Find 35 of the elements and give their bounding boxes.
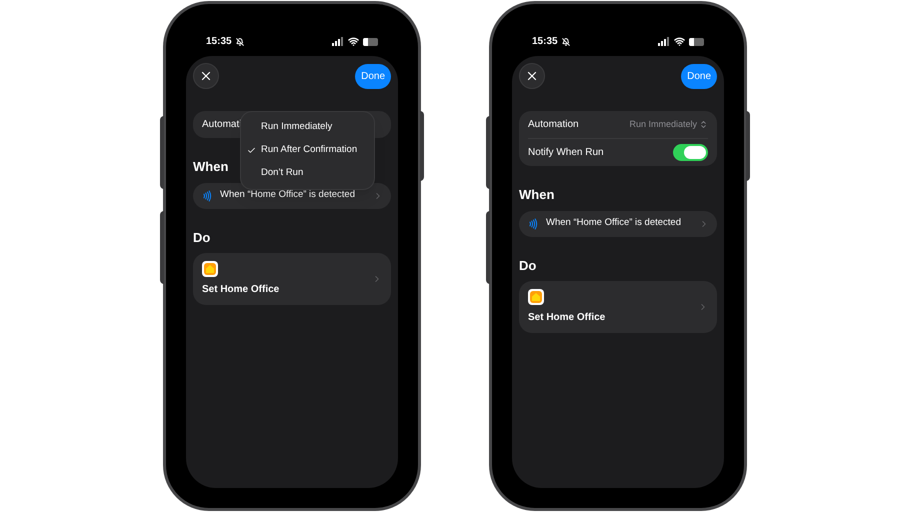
menu-item[interactable]: Don’t Run bbox=[241, 162, 374, 185]
close-button[interactable] bbox=[519, 63, 545, 89]
wifi-icon bbox=[348, 36, 359, 47]
bell-off-icon bbox=[562, 38, 570, 46]
section-title: When bbox=[519, 186, 554, 204]
nfc-icon bbox=[527, 218, 539, 230]
bell-off-icon bbox=[236, 38, 244, 46]
status-time: 15:35 bbox=[206, 35, 232, 49]
action-card[interactable]: Set Home Office bbox=[193, 253, 391, 305]
chevron-up-down-icon bbox=[699, 120, 708, 129]
battery-icon bbox=[689, 38, 704, 46]
close-icon bbox=[525, 69, 539, 83]
picker-value[interactable]: Run Immediately bbox=[629, 118, 708, 132]
signal-icon bbox=[658, 37, 670, 46]
done-button[interactable]: Done bbox=[681, 64, 717, 88]
home-app-icon bbox=[528, 289, 544, 305]
close-icon bbox=[199, 69, 213, 83]
menu-item[interactable]: Run After Confirmation bbox=[241, 139, 374, 162]
done-button[interactable]: Done bbox=[355, 64, 391, 88]
trigger-row[interactable]: When “Home Office” is detected bbox=[519, 210, 717, 236]
close-button[interactable] bbox=[193, 63, 219, 89]
nfc-icon bbox=[201, 190, 213, 202]
wifi-icon bbox=[674, 36, 685, 47]
section-title: Do bbox=[519, 256, 536, 274]
menu-item[interactable]: Run Immediately bbox=[241, 116, 374, 139]
section-title: When bbox=[193, 158, 228, 176]
setting-label: Notify When Run bbox=[528, 146, 604, 160]
section-title: Do bbox=[193, 228, 210, 246]
status-time: 15:35 bbox=[532, 35, 558, 49]
signal-icon bbox=[332, 37, 344, 46]
home-app-icon bbox=[202, 261, 218, 277]
setting-label: Automation bbox=[528, 118, 579, 132]
battery-icon bbox=[363, 38, 378, 46]
action-card[interactable]: Set Home Office bbox=[519, 281, 717, 333]
toggle-switch[interactable] bbox=[673, 144, 708, 161]
